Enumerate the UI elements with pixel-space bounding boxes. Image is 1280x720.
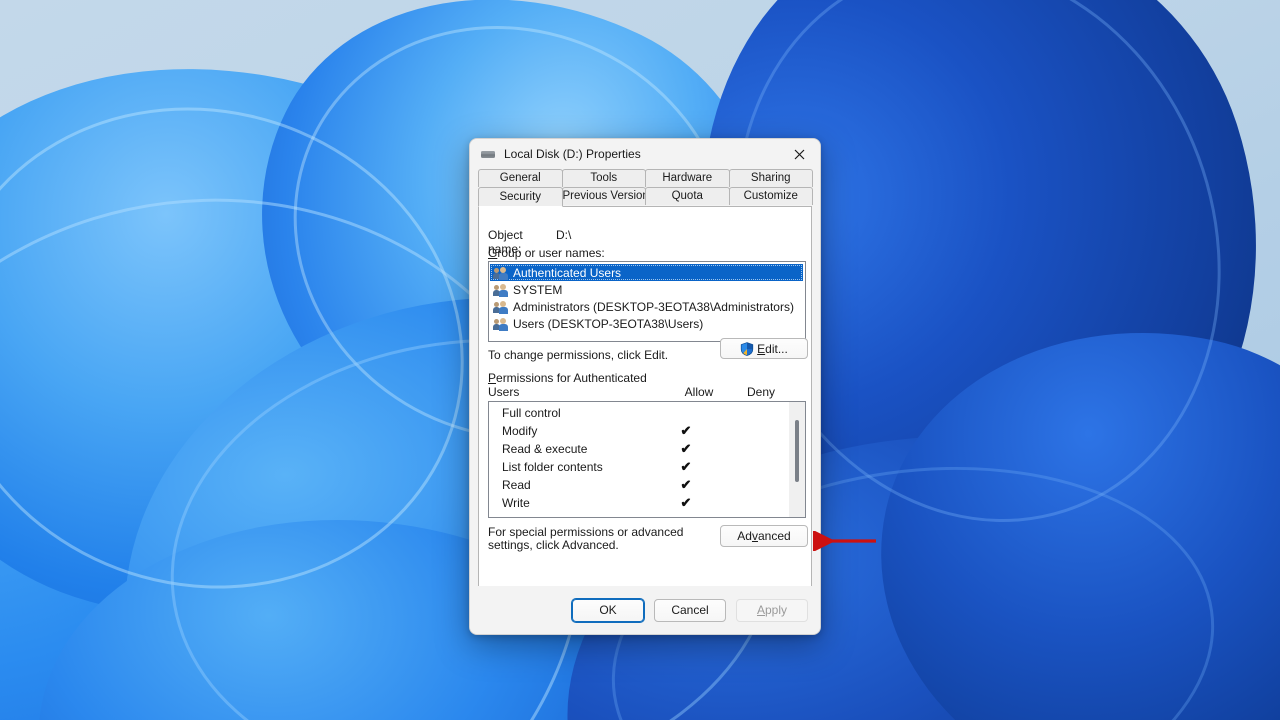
tab-hardware[interactable]: Hardware (645, 169, 730, 187)
column-header-allow: Allow (669, 385, 729, 399)
table-row[interactable]: Read ✔ (489, 476, 805, 494)
group-or-user-names-list[interactable]: Authenticated Users SYSTEM Administrator… (488, 261, 806, 342)
table-row[interactable]: Read & execute ✔ (489, 440, 805, 458)
users-icon (493, 266, 509, 280)
edit-hint-text: To change permissions, click Edit. (488, 348, 668, 362)
users-icon (493, 317, 509, 331)
list-item-label: Administrators (DESKTOP-3EOTA38\Administ… (513, 300, 794, 314)
dialog-title: Local Disk (D:) Properties (504, 147, 641, 161)
ok-button[interactable]: OK (572, 599, 644, 622)
dialog-footer: OK Cancel Apply (470, 586, 820, 634)
permission-allow-check[interactable]: ✔ (675, 423, 697, 439)
advanced-hint-line2: click Advanced. (536, 538, 619, 552)
permissions-list[interactable]: Full control Modify ✔ Read & execute ✔ L… (488, 401, 806, 518)
users-icon (493, 300, 509, 314)
list-item[interactable]: SYSTEM (490, 281, 804, 298)
apply-button: Apply (736, 599, 808, 622)
tab-security[interactable]: Security (478, 187, 563, 207)
permissions-scrollbar[interactable] (789, 402, 805, 517)
permission-allow-check[interactable]: ✔ (675, 477, 697, 493)
dialog-titlebar[interactable]: Local Disk (D:) Properties (470, 139, 820, 169)
permissions-header: Permissions for Authenticated Users (488, 371, 688, 399)
permissions-header-line1-rest: ermissions for Authenticated (496, 371, 647, 385)
tab-previous-versions[interactable]: Previous Versions (562, 187, 647, 205)
permission-name: Read (489, 478, 682, 492)
tab-row-1: General Tools Hardware Sharing (478, 169, 812, 187)
permission-name: Write (489, 496, 682, 510)
permission-name: List folder contents (489, 460, 682, 474)
table-row[interactable]: Full control (489, 404, 805, 422)
list-item-label: Authenticated Users (513, 266, 621, 280)
tab-tools[interactable]: Tools (562, 169, 647, 187)
group-or-user-names-label: Group or user names: (488, 246, 605, 260)
tab-customize[interactable]: Customize (729, 187, 814, 205)
table-row[interactable]: Write ✔ (489, 494, 805, 512)
edit-button[interactable]: Edit... (720, 338, 808, 359)
list-item[interactable]: Authenticated Users (490, 264, 803, 281)
tab-quota[interactable]: Quota (645, 187, 730, 205)
close-icon[interactable] (778, 139, 820, 169)
permission-allow-check[interactable]: ✔ (675, 459, 697, 475)
permission-name: Modify (489, 424, 682, 438)
properties-dialog: Local Disk (D:) Properties General Tools… (469, 138, 821, 635)
tab-sharing[interactable]: Sharing (729, 169, 814, 187)
list-item[interactable]: Users (DESKTOP-3EOTA38\Users) (490, 315, 804, 332)
edit-button-label: Edit... (757, 342, 788, 356)
cancel-button[interactable]: Cancel (654, 599, 726, 622)
list-item[interactable]: Administrators (DESKTOP-3EOTA38\Administ… (490, 298, 804, 315)
list-item-label: Users (DESKTOP-3EOTA38\Users) (513, 317, 703, 331)
advanced-hint-text: For special permissions or advanced sett… (488, 526, 703, 552)
advanced-button[interactable]: Advanced (720, 525, 808, 547)
permissions-header-line2: Users (488, 385, 519, 399)
table-row[interactable]: Modify ✔ (489, 422, 805, 440)
scrollbar-thumb[interactable] (795, 420, 799, 482)
table-row[interactable]: List folder contents ✔ (489, 458, 805, 476)
tab-general[interactable]: General (478, 169, 563, 187)
uac-shield-icon (740, 342, 754, 356)
column-header-deny: Deny (731, 385, 791, 399)
tab-strip: General Tools Hardware Sharing Security … (470, 169, 820, 206)
permission-name: Read & execute (489, 442, 682, 456)
users-icon (493, 283, 509, 297)
permission-allow-check[interactable]: ✔ (675, 441, 697, 457)
security-tab-panel: Object name: D:\ Group or user names: Au… (478, 206, 812, 589)
list-item-label: SYSTEM (513, 283, 562, 297)
tab-row-2: Security Previous Versions Quota Customi… (478, 187, 812, 206)
advanced-button-label: Advanced (737, 529, 790, 543)
hard-drive-icon (480, 146, 496, 162)
permission-name: Full control (489, 406, 682, 420)
permission-allow-check[interactable]: ✔ (675, 495, 697, 511)
